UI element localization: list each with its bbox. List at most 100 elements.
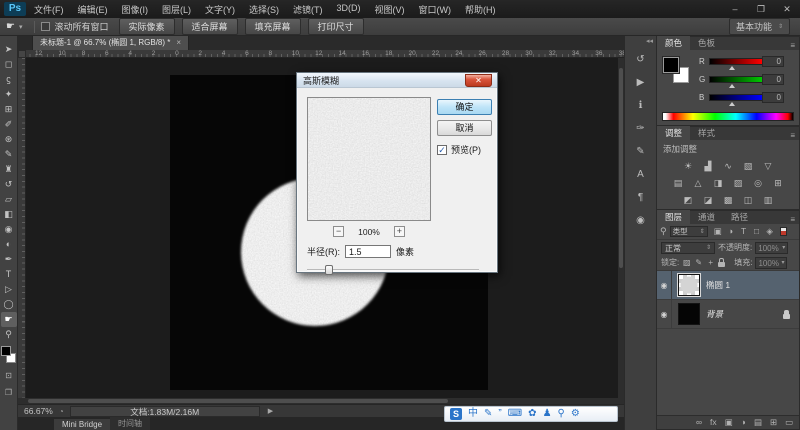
- tab-color[interactable]: 颜色: [657, 36, 690, 50]
- zoom-level-field[interactable]: 66.67%: [24, 406, 53, 416]
- filter-switch-toggle[interactable]: [780, 227, 787, 236]
- layer-name[interactable]: 背景: [706, 308, 723, 320]
- ime-handwriting-icon[interactable]: ✎: [484, 407, 492, 421]
- tab-styles[interactable]: 样式: [690, 126, 723, 140]
- panel-menu-icon[interactable]: ≡: [786, 41, 799, 50]
- menu-3d[interactable]: 3D(D): [337, 3, 361, 16]
- dodge-tool[interactable]: ◐: [1, 237, 17, 252]
- menu-image[interactable]: 图像(I): [122, 3, 149, 16]
- ime-punctuation-icon[interactable]: ”: [498, 407, 501, 421]
- adjustment-icon[interactable]: ▽: [762, 160, 775, 172]
- filter-adjustment-icon[interactable]: ◑: [726, 226, 736, 237]
- slider-thumb[interactable]: [325, 265, 333, 275]
- actual-pixels-button[interactable]: 实际像素: [119, 18, 175, 35]
- menu-edit[interactable]: 编辑(E): [78, 3, 108, 16]
- green-value-field[interactable]: 0: [762, 74, 784, 85]
- adjustment-layer-icon[interactable]: ◑: [741, 416, 746, 429]
- foreground-color-swatch[interactable]: [1, 346, 11, 356]
- color-spectrum-ramp[interactable]: [662, 112, 794, 121]
- history-panel-icon[interactable]: ↺: [629, 48, 653, 71]
- ime-search-icon[interactable]: ⚲: [558, 407, 565, 421]
- zoom-in-button[interactable]: +: [394, 226, 405, 237]
- filter-kind-select[interactable]: 类型 ⇕: [670, 226, 708, 237]
- status-flyout-icon[interactable]: ▶: [268, 407, 273, 415]
- layer-row-background[interactable]: ◉ 背景: [657, 300, 799, 329]
- blend-mode-select[interactable]: 正常 ⇕: [661, 242, 715, 254]
- adjustment-icon[interactable]: ◪: [702, 194, 715, 206]
- adjustment-icon[interactable]: ⊞: [772, 177, 785, 189]
- dialog-close-button[interactable]: ✕: [465, 74, 492, 87]
- lock-image-icon[interactable]: ✎: [694, 258, 703, 267]
- tab-paths[interactable]: 路径: [723, 210, 756, 224]
- ime-skin-icon[interactable]: ✿: [528, 407, 536, 421]
- quick-selection-tool[interactable]: ✦: [1, 87, 17, 102]
- ime-mode-chinese-icon[interactable]: 中: [468, 407, 478, 421]
- kuler-panel-icon[interactable]: ◉: [629, 209, 653, 232]
- lock-position-icon[interactable]: +: [706, 258, 715, 267]
- visibility-eye-icon[interactable]: ◉: [657, 300, 672, 329]
- delete-layer-icon[interactable]: ▭: [785, 416, 793, 429]
- menu-file[interactable]: 文件(F): [34, 3, 64, 16]
- adobe-drive-icon[interactable]: ◔: [59, 407, 64, 416]
- gradient-tool[interactable]: ◧: [1, 207, 17, 222]
- scrollbar-thumb[interactable]: [28, 399, 448, 403]
- layer-group-icon[interactable]: ▤: [754, 416, 762, 429]
- slider-thumb-icon[interactable]: [729, 66, 735, 70]
- pen-tool[interactable]: ✒: [1, 252, 17, 267]
- eraser-tool[interactable]: ▱: [1, 192, 17, 207]
- tab-swatches[interactable]: 色板: [690, 36, 723, 50]
- tab-mini-bridge[interactable]: Mini Bridge: [54, 419, 110, 430]
- lock-all-icon[interactable]: [718, 262, 725, 267]
- blur-preview-box[interactable]: [307, 97, 431, 221]
- tab-adjustments[interactable]: 调整: [657, 126, 690, 140]
- adjustment-icon[interactable]: ▨: [732, 177, 745, 189]
- paragraph-panel-icon[interactable]: ¶: [629, 186, 653, 209]
- workspace-switcher[interactable]: 基本功能 ⇕: [729, 18, 790, 35]
- hand-tool-icon[interactable]: ☛: [6, 21, 15, 32]
- tab-close-icon[interactable]: ×: [176, 38, 181, 47]
- link-layers-icon[interactable]: ∞: [696, 416, 702, 429]
- path-selection-tool[interactable]: ▷: [1, 282, 17, 297]
- hand-tool[interactable]: ☛: [1, 312, 17, 327]
- menu-type[interactable]: 文字(Y): [205, 3, 235, 16]
- healing-brush-tool[interactable]: ⊛: [1, 132, 17, 147]
- visibility-eye-icon[interactable]: ◉: [657, 271, 672, 300]
- panel-menu-icon[interactable]: ≡: [786, 215, 799, 224]
- adjustment-icon[interactable]: ☀: [682, 160, 695, 172]
- ruler-origin-box[interactable]: [18, 50, 26, 58]
- info-panel-icon[interactable]: ℹ: [629, 94, 653, 117]
- eyedropper-tool[interactable]: ✐: [1, 117, 17, 132]
- adjustment-icon[interactable]: ◨: [712, 177, 725, 189]
- brush-panel-icon[interactable]: ✎: [629, 140, 653, 163]
- ime-logo-icon[interactable]: S: [450, 408, 462, 420]
- lasso-tool[interactable]: ϛ: [1, 72, 17, 87]
- ime-softkeyboard-icon[interactable]: ⌨: [508, 407, 522, 421]
- actions-panel-icon[interactable]: ▶: [629, 71, 653, 94]
- tool-preset-caret-icon[interactable]: ▾: [19, 23, 23, 31]
- menu-filter[interactable]: 滤镜(T): [293, 3, 323, 16]
- green-slider[interactable]: [709, 76, 763, 83]
- panel-menu-icon[interactable]: ≡: [786, 131, 799, 140]
- slider-thumb-icon[interactable]: [729, 84, 735, 88]
- color-swatches[interactable]: [1, 346, 17, 366]
- layer-thumbnail[interactable]: [678, 303, 700, 325]
- tab-timeline[interactable]: 时间轴: [110, 417, 150, 430]
- menu-layer[interactable]: 图层(L): [162, 3, 191, 16]
- ime-settings-icon[interactable]: ⚙: [571, 407, 580, 421]
- shape-tool[interactable]: ◯: [1, 297, 17, 312]
- preview-checkbox[interactable]: ✓: [437, 145, 447, 155]
- fit-screen-button[interactable]: 适合屏幕: [182, 18, 238, 35]
- layer-style-icon[interactable]: fx: [710, 416, 717, 429]
- restore-button[interactable]: ❐: [748, 3, 774, 16]
- layer-row-ellipse-1[interactable]: ◉ 椭圆 1: [657, 271, 799, 300]
- document-tab[interactable]: 未标题-1 @ 66.7% (椭圆 1, RGB/8) * ×: [32, 34, 189, 50]
- new-layer-icon[interactable]: ⊞: [770, 416, 777, 429]
- clone-stamp-tool[interactable]: ♜: [1, 162, 17, 177]
- layer-mask-icon[interactable]: ▣: [725, 416, 733, 429]
- red-slider[interactable]: [709, 58, 763, 65]
- layer-name[interactable]: 椭圆 1: [706, 279, 730, 291]
- ime-account-icon[interactable]: ♟: [543, 407, 552, 421]
- fill-field[interactable]: 100% ▾: [755, 257, 787, 269]
- marquee-tool[interactable]: ◻: [1, 57, 17, 72]
- scrollbar-thumb[interactable]: [619, 68, 623, 268]
